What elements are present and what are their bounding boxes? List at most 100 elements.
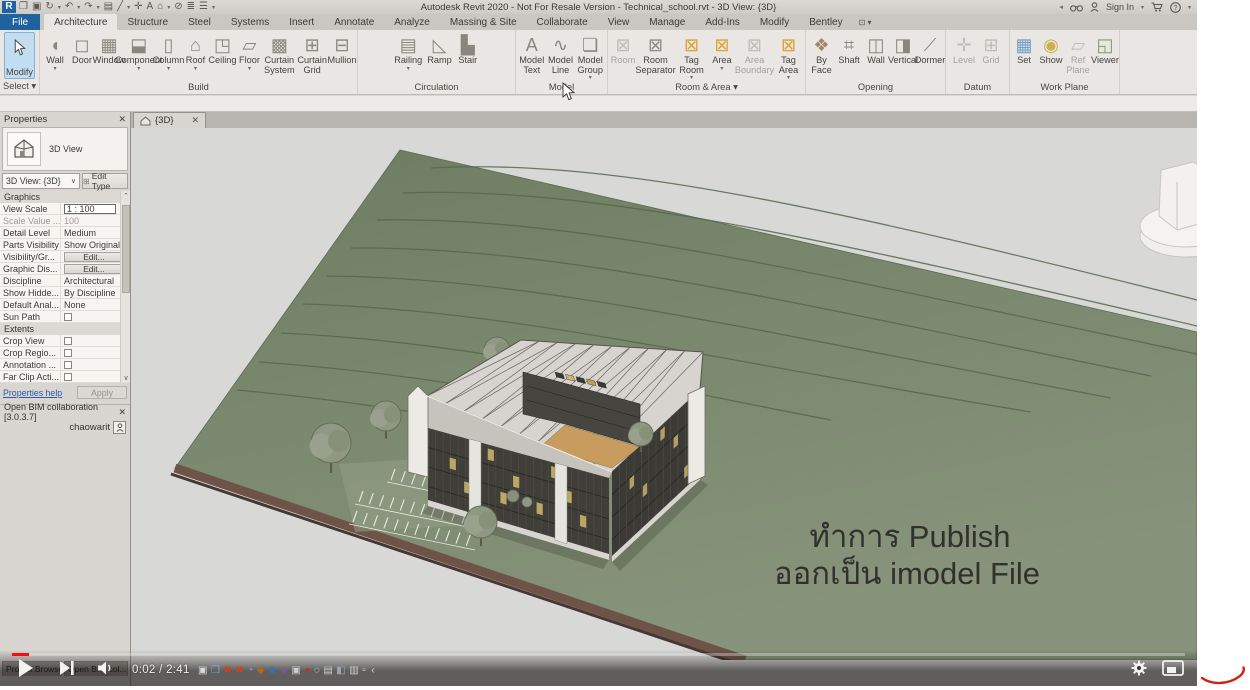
tray-icon-7[interactable]: ◈: [280, 665, 288, 676]
ribbon-button-column[interactable]: ▯Column▾: [155, 32, 181, 73]
qat-print-icon[interactable]: ▤: [104, 1, 113, 13]
properties-scrollbar[interactable]: ⌃∨: [120, 191, 130, 383]
dropdown-arrow-icon[interactable]: ▾: [589, 75, 592, 81]
ribbon-button-mullion[interactable]: ⊟Mullion: [329, 32, 355, 67]
volume-button[interactable]: [98, 661, 114, 675]
ribbon-button-floor[interactable]: ▱Floor▾: [236, 32, 262, 73]
ribbon-tab-systems[interactable]: Systems: [221, 14, 279, 30]
ribbon-tab-annotate[interactable]: Annotate: [324, 14, 384, 30]
qat-redo-caret-icon[interactable]: ▾: [97, 4, 100, 11]
qat-sync-icon[interactable]: ↻: [45, 1, 53, 13]
qat-user-interface-icon[interactable]: ☰: [199, 1, 208, 13]
view-tab-3d[interactable]: {3D} ✕: [133, 112, 206, 128]
video-progress-track[interactable]: [12, 653, 1185, 656]
dropdown-arrow-icon[interactable]: ▾: [690, 75, 693, 81]
tray-icon-14[interactable]: ▫: [362, 665, 366, 676]
qat-redo-icon[interactable]: ↷: [84, 1, 92, 13]
tray-icon-0[interactable]: ▣: [198, 665, 207, 676]
qat-undo-caret-icon[interactable]: ▾: [77, 4, 80, 11]
tray-icon-1[interactable]: ❒: [211, 665, 220, 676]
ribbon-tab-view[interactable]: View: [598, 14, 640, 30]
dropdown-arrow-icon[interactable]: ▾: [53, 66, 56, 72]
ribbon-button-modify[interactable]: Modify: [4, 32, 35, 79]
ribbon-tab-analyze[interactable]: Analyze: [384, 14, 440, 30]
close-view-icon[interactable]: ✕: [192, 115, 200, 126]
ribbon-button-model-group[interactable]: ❏Model Group▾: [575, 32, 605, 82]
dropdown-arrow-icon[interactable]: ▾: [167, 66, 170, 72]
bim-user-icon[interactable]: [113, 421, 126, 434]
panel-label-room-area[interactable]: Room & Area ▾: [608, 82, 805, 95]
ribbon-button-shaft[interactable]: ⌗Shaft: [836, 32, 862, 67]
ribbon-button-vertical[interactable]: ◨Vertical: [890, 32, 916, 67]
sign-in-label[interactable]: Sign In: [1106, 2, 1134, 12]
dropdown-arrow-icon[interactable]: ▾: [137, 66, 140, 72]
ribbon-tab-architecture[interactable]: Architecture: [44, 14, 117, 30]
help-caret-icon[interactable]: ▾: [1188, 4, 1191, 11]
ribbon-button-area[interactable]: ⊠Area▾: [709, 32, 735, 73]
tray-icon-3[interactable]: ✖: [235, 665, 243, 676]
panel-label-select[interactable]: Select ▾: [0, 81, 39, 94]
ribbon-tab-manage[interactable]: Manage: [639, 14, 695, 30]
tray-icon-11[interactable]: ▤: [323, 665, 332, 676]
tray-icon-2[interactable]: ✖: [223, 665, 231, 676]
qat-text-icon[interactable]: A: [147, 1, 154, 13]
tray-icon-13[interactable]: ▥: [349, 665, 358, 676]
tray-icon-10[interactable]: ◌: [314, 665, 320, 676]
ribbon-button-ceiling[interactable]: ◳Ceiling: [209, 32, 235, 67]
dropdown-arrow-icon[interactable]: ▾: [407, 66, 410, 72]
checkbox-unchecked[interactable]: [64, 349, 72, 357]
ribbon-button-tag-room[interactable]: ⊠Tag Room▾: [675, 32, 708, 82]
ribbon-tab-add-ins[interactable]: Add-Ins: [695, 14, 749, 30]
miniplayer-icon[interactable]: [1162, 660, 1184, 676]
ribbon-button-tag-area[interactable]: ⊠Tag Area▾: [774, 32, 803, 82]
ribbon-button-room-separator[interactable]: ⊠Room Separator: [637, 32, 674, 76]
checkbox-unchecked[interactable]: [64, 361, 72, 369]
ribbon-button-wall[interactable]: ◖Wall▾: [42, 32, 68, 73]
dropdown-arrow-icon[interactable]: ▾: [720, 66, 723, 72]
qat-aligned-dimension-icon[interactable]: ✛: [134, 1, 142, 13]
collapse-search-icon[interactable]: ◂: [1059, 3, 1063, 11]
properties-help-link[interactable]: Properties help: [3, 388, 62, 398]
ribbon-tab-modify[interactable]: Modify: [750, 14, 799, 30]
qat-save-icon[interactable]: ▣: [32, 1, 41, 13]
qat-section-icon[interactable]: ⊘: [174, 1, 182, 13]
ribbon-button-curtain-system[interactable]: ▩Curtain System: [263, 32, 295, 76]
ribbon-button-dormer[interactable]: ⟋Dormer: [917, 32, 943, 67]
settings-gear-icon[interactable]: [1131, 660, 1147, 676]
ribbon-button-railing[interactable]: ▤Railing▾: [392, 32, 424, 73]
tray-icon-12[interactable]: ◧: [336, 665, 345, 676]
qat-user-interface-caret-icon[interactable]: ▾: [212, 4, 215, 11]
ribbon-tab-steel[interactable]: Steel: [178, 14, 221, 30]
ribbon-button-show[interactable]: ◉Show: [1038, 32, 1064, 67]
revit-logo[interactable]: R: [2, 1, 16, 13]
ribbon-button-model-line[interactable]: ∿Model Line: [547, 32, 575, 76]
play-button[interactable]: [18, 659, 34, 677]
qat-open-file-icon[interactable]: ❐: [19, 1, 28, 13]
tray-icon-8[interactable]: ▣: [291, 665, 300, 676]
ribbon-button-stair[interactable]: ▙Stair: [455, 32, 481, 67]
ribbon-tab-file[interactable]: File: [0, 14, 40, 30]
dropdown-arrow-icon[interactable]: ▾: [787, 75, 790, 81]
search-binoculars-icon[interactable]: [1070, 3, 1083, 12]
qat-measure-caret-icon[interactable]: ▾: [127, 4, 130, 11]
dropdown-arrow-icon[interactable]: ▾: [248, 66, 251, 72]
ribbon-button-curtain-grid[interactable]: ⊞Curtain Grid: [296, 32, 328, 76]
ribbon-button-model-text[interactable]: AModel Text: [518, 32, 546, 76]
type-selector[interactable]: 3D View: [2, 127, 128, 171]
edit-type-button[interactable]: ⊞ Edit Type: [82, 173, 128, 189]
ribbon-button-viewer[interactable]: ◱Viewer: [1092, 32, 1118, 67]
tray-icon-6[interactable]: ◉: [268, 665, 277, 676]
ribbon-button-by-face[interactable]: ❖By Face: [808, 32, 835, 76]
ribbon-button-ramp[interactable]: ◺Ramp: [425, 32, 454, 67]
checkbox-unchecked[interactable]: [64, 373, 72, 381]
edit-button[interactable]: Edit...: [64, 252, 124, 262]
qat-default-3d-view-caret-icon[interactable]: ▾: [167, 4, 170, 11]
tray-icon-5[interactable]: ◆: [257, 665, 265, 676]
store-cart-icon[interactable]: [1151, 2, 1163, 12]
section-header-extents[interactable]: Extents⌃: [0, 323, 130, 335]
qat-measure-icon[interactable]: ╱: [117, 1, 123, 13]
ribbon-tab-massing-site[interactable]: Massing & Site: [440, 14, 527, 30]
next-button[interactable]: [60, 661, 74, 675]
sign-in-caret-icon[interactable]: ▾: [1141, 4, 1144, 11]
viewport-3d-scene[interactable]: ทำการ Publish ออกเป็น imodel File: [131, 128, 1197, 660]
